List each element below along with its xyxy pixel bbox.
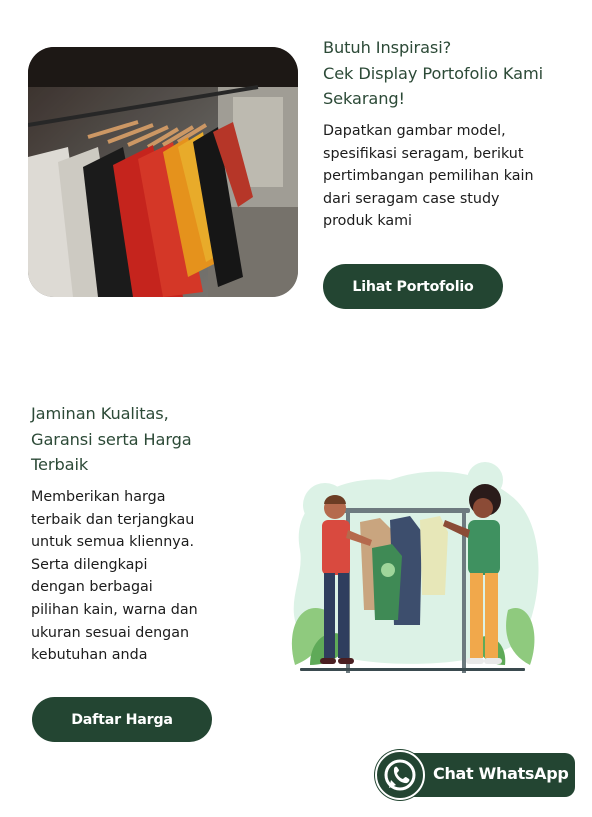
- price-list-button[interactable]: Daftar Harga: [32, 697, 212, 742]
- description-line: produk kami: [323, 213, 413, 230]
- description-line: ukuran sesuai dengan: [31, 624, 190, 641]
- description-line: Memberikan harga: [31, 489, 166, 505]
- description-line: untuk semua kliennya.: [31, 534, 195, 551]
- portfolio-heading: Butuh Inspirasi? Cek Display Portofolio …: [323, 35, 583, 112]
- clothing-rack-photo: [28, 47, 298, 297]
- description-line: pilihan kain, warna dan: [31, 601, 198, 618]
- whatsapp-icon[interactable]: [375, 750, 425, 800]
- quality-heading-line: Jaminan Kualitas,: [31, 404, 169, 423]
- description-line: pertimbangan pemilihan kain: [323, 168, 534, 185]
- description-line: dengan berbagai: [31, 579, 153, 596]
- quality-heading: Jaminan Kualitas, Garansi serta Harga Te…: [31, 401, 261, 478]
- description-line: Serta dilengkapi: [31, 556, 148, 573]
- portfolio-heading-line: Sekarang!: [323, 89, 405, 108]
- portfolio-description: Dapatkan gambar model, spesifikasi serag…: [323, 120, 585, 233]
- view-portfolio-button[interactable]: Lihat Portofolio: [323, 264, 503, 309]
- description-line: kebutuhan anda: [31, 647, 148, 664]
- quality-description: Memberikan harga terbaik dan terjangkau …: [31, 486, 261, 667]
- whatsapp-chat-button[interactable]: Chat WhatsApp: [375, 750, 575, 800]
- description-line: spesifikasi seragam, berikut: [323, 145, 524, 162]
- quality-heading-line: Terbaik: [31, 455, 89, 474]
- shopping-illustration: [280, 460, 545, 680]
- description-line: dari seragam case study: [323, 190, 500, 207]
- portfolio-heading-line: Butuh Inspirasi?: [323, 38, 452, 57]
- description-line: Dapatkan gambar model,: [323, 123, 506, 139]
- quality-heading-line: Garansi serta Harga: [31, 429, 192, 449]
- whatsapp-label[interactable]: Chat WhatsApp: [433, 764, 569, 783]
- description-line: terbaik dan terjangkau: [31, 511, 195, 528]
- portfolio-heading-line: Cek Display Portofolio Kami: [323, 63, 544, 83]
